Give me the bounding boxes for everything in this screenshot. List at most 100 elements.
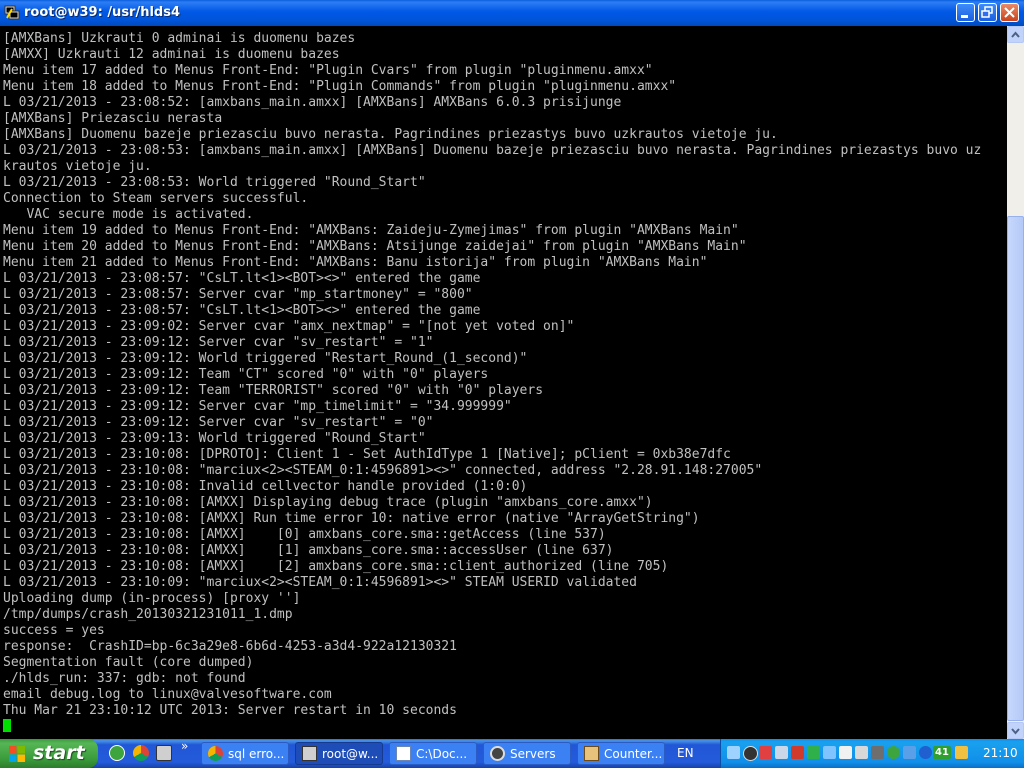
antivirus-icon[interactable] [839, 746, 852, 759]
scroll-up-button[interactable] [1007, 26, 1024, 43]
console-line: [AMXBans] Duomenu bazeje priezasciu buvo… [3, 127, 778, 142]
console-line: L 03/21/2013 - 23:09:13: World triggered… [3, 431, 426, 446]
network-icon[interactable] [727, 746, 740, 759]
start-label: start [33, 742, 85, 764]
task-label: root@w... [322, 747, 379, 761]
console-line: Menu item 17 added to Menus Front-End: "… [3, 63, 653, 78]
system-tray: 41 21:10 [720, 739, 1024, 768]
task-label: Counter... [604, 747, 663, 761]
console-output: [AMXBans] Uzkrauti 0 adminai is duomenu … [3, 31, 981, 735]
console-line: L 03/21/2013 - 23:10:08: [AMXX] Run time… [3, 511, 700, 526]
console-line: L 03/21/2013 - 23:09:12: Server cvar "mp… [3, 399, 512, 414]
utorrent-icon[interactable] [109, 745, 125, 761]
task-putty[interactable]: root@w... [295, 742, 383, 765]
minimize-icon [961, 15, 968, 18]
console-line: L 03/21/2013 - 23:10:08: [AMXX] [2] amxb… [3, 559, 669, 574]
temperature-badge[interactable]: 41 [933, 746, 951, 759]
close-button[interactable] [1000, 3, 1019, 22]
console-line: Menu item 21 added to Menus Front-End: "… [3, 255, 708, 270]
console-line: L 03/21/2013 - 23:10:09: "marciux<2><STE… [3, 575, 637, 590]
taskbar: start » sql erro... root@w... C:\Doc... … [0, 739, 1024, 768]
console-line: L 03/21/2013 - 23:10:08: [DPROTO]: Clien… [3, 447, 731, 462]
help-icon[interactable] [903, 746, 916, 759]
console-line: L 03/21/2013 - 23:08:57: "CsLT.lt<1><BOT… [3, 303, 481, 318]
console-line: L 03/21/2013 - 23:08:57: Server cvar "mp… [3, 287, 473, 302]
clock[interactable]: 21:10 [983, 746, 1018, 760]
console-line: [AMXBans] Uzkrauti 0 adminai is duomenu … [3, 31, 356, 46]
console-line: L 03/21/2013 - 23:08:53: [amxbans_main.a… [3, 143, 982, 158]
window-titlebar[interactable]: root@w39: /usr/hlds4 [0, 0, 1024, 26]
check-icon[interactable] [807, 746, 820, 759]
console-line: L 03/21/2013 - 23:08:52: [amxbans_main.a… [3, 95, 622, 110]
terminal-console[interactable]: [AMXBans] Uzkrauti 0 adminai is duomenu … [0, 26, 1007, 739]
steam-icon [490, 746, 505, 761]
monitor-icon[interactable] [775, 746, 788, 759]
window-title: root@w39: /usr/hlds4 [24, 5, 181, 20]
console-line: L 03/21/2013 - 23:09:12: Team "TERRORIST… [3, 383, 544, 398]
console-line: [AMXBans] Priezasciu nerasta [3, 111, 223, 126]
restore-icon [981, 6, 993, 18]
console-line: Menu item 18 added to Menus Front-End: "… [3, 79, 677, 94]
console-line: L 03/21/2013 - 23:09:12: Server cvar "sv… [3, 335, 434, 350]
quick-launch-chevron[interactable]: » [181, 739, 188, 753]
console-line: Segmentation fault (core dumped) [3, 655, 254, 670]
console-line: L 03/21/2013 - 23:09:12: Team "CT" score… [3, 367, 489, 382]
console-line: L 03/21/2013 - 23:10:08: "marciux<2><STE… [3, 463, 763, 478]
text-cursor [3, 719, 11, 732]
utorrent-icon[interactable] [887, 746, 900, 759]
notepad-icon [396, 746, 411, 761]
console-line: [AMXX] Uzkrauti 12 adminai is duomenu ba… [3, 47, 340, 62]
console-line: success = yes [3, 623, 105, 638]
bluetooth-icon[interactable] [919, 746, 932, 759]
console-line: L 03/21/2013 - 23:08:57: "CsLT.lt<1><BOT… [3, 271, 481, 286]
network-connections-icon[interactable] [823, 746, 836, 759]
console-line: email debug.log to linux@valvesoftware.c… [3, 687, 332, 702]
display-icon[interactable] [871, 746, 884, 759]
task-steam-servers[interactable]: Servers [483, 742, 571, 765]
task-label: C:\Doc... [416, 747, 468, 761]
counter-strike-icon [584, 746, 599, 761]
console-line: L 03/21/2013 - 23:10:08: [AMXX] [0] amxb… [3, 527, 606, 542]
putty-icon [4, 5, 20, 20]
steam-icon[interactable] [743, 746, 758, 761]
console-line: response: CrashID=bp-6c3a29e8-6b6d-4253-… [3, 639, 457, 654]
putty-icon[interactable] [156, 745, 172, 761]
console-line: VAC secure mode is activated. [3, 207, 254, 222]
arrow-up-icon [1011, 31, 1020, 38]
console-line: L 03/21/2013 - 23:10:08: Invalid cellvec… [3, 479, 528, 494]
start-button[interactable]: start [0, 739, 98, 768]
arrow-down-icon [1011, 728, 1020, 735]
chrome-icon [208, 746, 223, 761]
console-line: Connection to Steam servers successful. [3, 191, 309, 206]
security-icon[interactable] [791, 746, 804, 759]
scroll-thumb[interactable] [1007, 216, 1024, 721]
language-indicator[interactable]: EN [677, 746, 694, 760]
minimize-button[interactable] [956, 3, 975, 22]
shield-icon[interactable] [759, 746, 772, 759]
task-counter-strike[interactable]: Counter... [577, 742, 665, 765]
pen-icon[interactable] [955, 746, 968, 759]
restore-button[interactable] [978, 3, 997, 22]
console-line: Thu Mar 21 23:10:12 UTC 2013: Server res… [3, 703, 457, 718]
console-line: Uploading dump (in-process) [proxy ''] [3, 591, 301, 606]
task-notepad[interactable]: C:\Doc... [389, 742, 477, 765]
console-line: Menu item 20 added to Menus Front-End: "… [3, 239, 747, 254]
chrome-icon[interactable] [133, 745, 149, 761]
windows-logo-icon [9, 746, 25, 762]
task-chrome[interactable]: sql erro... [201, 742, 289, 765]
console-line: ./hlds_run: 337: gdb: not found [3, 671, 246, 686]
console-line: L 03/21/2013 - 23:10:08: [AMXX] Displayi… [3, 495, 653, 510]
console-line: L 03/21/2013 - 23:10:08: [AMXX] [1] amxb… [3, 543, 614, 558]
console-line: L 03/21/2013 - 23:09:12: Server cvar "sv… [3, 415, 434, 430]
vertical-scrollbar[interactable] [1007, 26, 1024, 739]
console-line: Menu item 19 added to Menus Front-End: "… [3, 223, 739, 238]
console-line: /tmp/dumps/crash_20130321231011_1.dmp [3, 607, 293, 622]
console-line: L 03/21/2013 - 23:09:12: World triggered… [3, 351, 528, 366]
task-label: Servers [510, 747, 556, 761]
console-prompt-line[interactable] [3, 719, 981, 735]
scroll-down-button[interactable] [1007, 722, 1024, 739]
putty-icon [302, 746, 317, 761]
console-line: L 03/21/2013 - 23:08:53: World triggered… [3, 175, 426, 190]
volume-icon[interactable] [855, 746, 868, 759]
console-line: krautos vietoje ju. [3, 159, 152, 174]
